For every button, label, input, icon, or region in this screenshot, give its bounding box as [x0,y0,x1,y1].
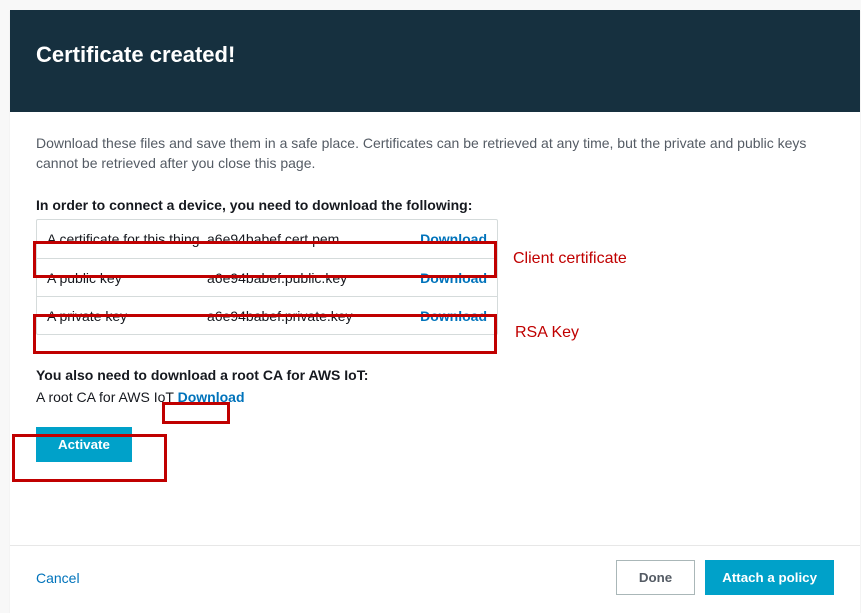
row-filename: a6e94babef.public.key [207,270,407,286]
modal-header: Certificate created! [10,10,860,112]
page-title: Certificate created! [36,42,834,68]
table-row: A certificate for this thing a6e94babef.… [37,220,497,258]
row-label: A public key [47,270,207,286]
row-label: A private key [47,308,207,324]
activate-button[interactable]: Activate [36,427,132,462]
download-subhead: In order to connect a device, you need t… [36,197,834,213]
done-button[interactable]: Done [616,560,695,595]
rootca-text: A root CA for AWS IoT [36,389,178,405]
table-row: A public key a6e94babef.public.key Downl… [37,258,497,296]
attach-policy-button[interactable]: Attach a policy [705,560,834,595]
description-text: Download these files and save them in a … [36,134,834,173]
row-label: A certificate for this thing [47,231,207,247]
row-filename: a6e94babef.private.key [207,308,407,324]
download-link-private[interactable]: Download [407,308,487,324]
table-row: A private key a6e94babef.private.key Dow… [37,296,497,334]
rootca-line: A root CA for AWS IoT Download [36,389,834,405]
rootca-subhead: You also need to download a root CA for … [36,367,834,383]
annotation-label-cert: Client certificate [513,250,627,268]
download-link-public[interactable]: Download [407,270,487,286]
download-link-cert[interactable]: Download [407,231,487,247]
download-link-rootca[interactable]: Download [178,389,245,405]
annotation-label-private: RSA Key [515,324,579,342]
download-table: A certificate for this thing a6e94babef.… [36,219,498,335]
row-filename: a6e94babef.cert.pem [207,231,407,247]
cancel-link[interactable]: Cancel [36,570,80,586]
modal-body: Download these files and save them in a … [10,112,860,545]
modal-footer: Cancel Done Attach a policy [10,545,860,613]
